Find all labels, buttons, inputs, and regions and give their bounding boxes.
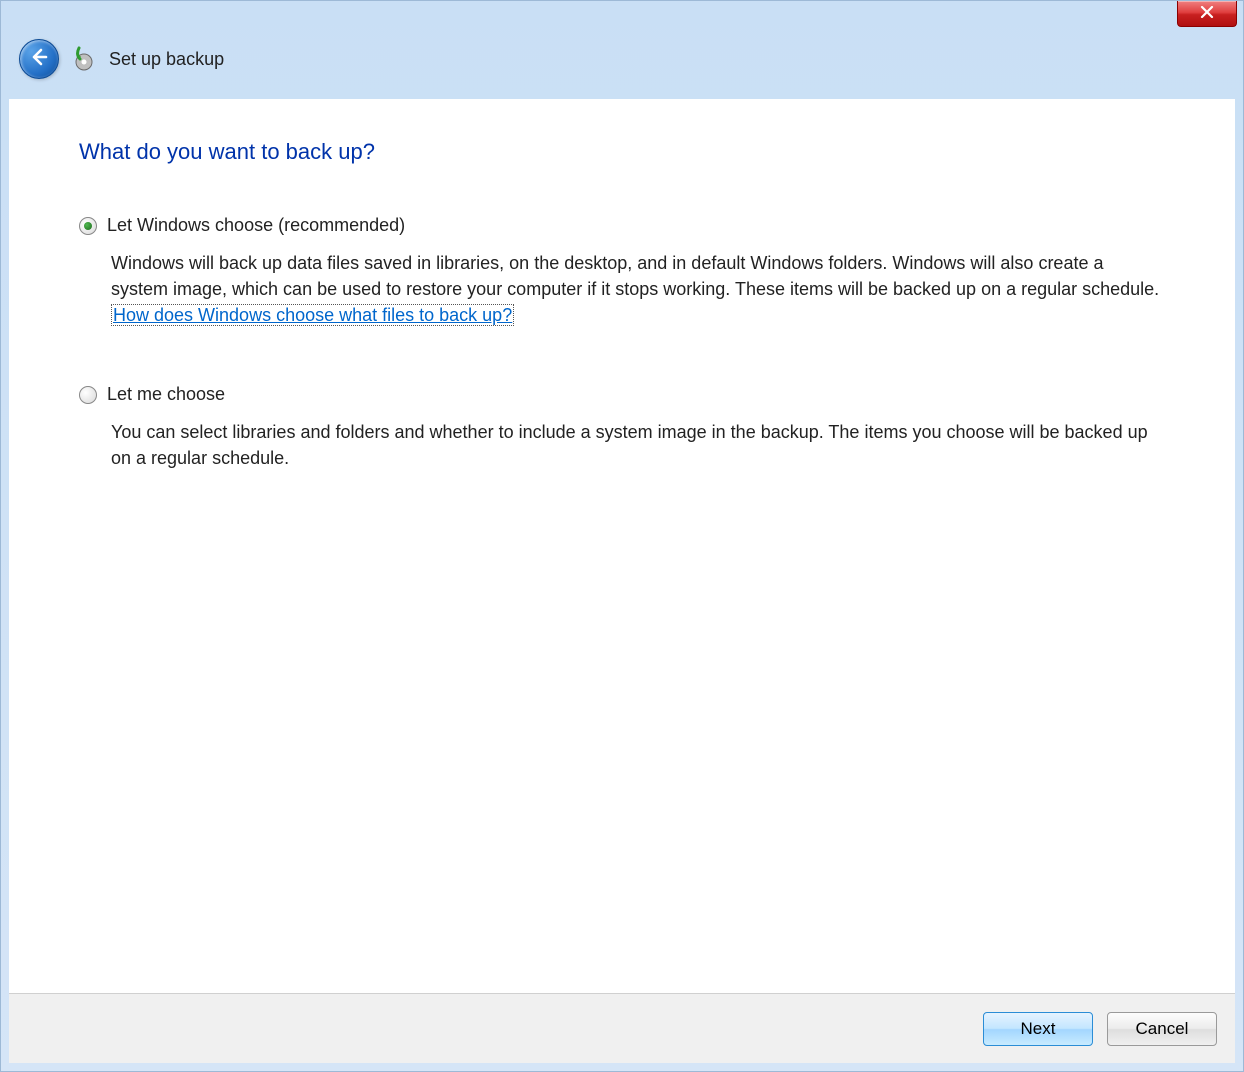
option-label: Let Windows choose (recommended) bbox=[107, 215, 405, 236]
radio-let-windows-choose[interactable] bbox=[79, 217, 97, 235]
wizard-window: Set up backup What do you want to back u… bbox=[0, 0, 1244, 1072]
option-header: Let me choose bbox=[79, 384, 1165, 405]
arrow-left-icon bbox=[29, 47, 49, 71]
radio-dot-icon bbox=[84, 222, 92, 230]
option-description-text: You can select libraries and folders and… bbox=[111, 422, 1148, 468]
page-heading: What do you want to back up? bbox=[79, 139, 1165, 165]
option-let-windows-choose[interactable]: Let Windows choose (recommended) Windows… bbox=[79, 215, 1165, 328]
close-icon bbox=[1200, 5, 1214, 22]
header-nav: Set up backup bbox=[1, 29, 1243, 99]
option-let-me-choose[interactable]: Let me choose You can select libraries a… bbox=[79, 384, 1165, 471]
next-button[interactable]: Next bbox=[983, 1012, 1093, 1046]
content-area: What do you want to back up? Let Windows… bbox=[9, 99, 1235, 993]
footer: Next Cancel bbox=[9, 993, 1235, 1063]
option-description: You can select libraries and folders and… bbox=[111, 419, 1165, 471]
wizard-title: Set up backup bbox=[109, 49, 224, 70]
option-header: Let Windows choose (recommended) bbox=[79, 215, 1165, 236]
cancel-button[interactable]: Cancel bbox=[1107, 1012, 1217, 1046]
titlebar bbox=[1, 1, 1243, 29]
option-description-text: Windows will back up data files saved in… bbox=[111, 253, 1159, 299]
option-label: Let me choose bbox=[107, 384, 225, 405]
back-button[interactable] bbox=[19, 39, 59, 79]
backup-wizard-icon bbox=[71, 46, 97, 72]
close-button[interactable] bbox=[1177, 1, 1237, 27]
help-link[interactable]: How does Windows choose what files to ba… bbox=[111, 304, 514, 326]
radio-let-me-choose[interactable] bbox=[79, 386, 97, 404]
option-description: Windows will back up data files saved in… bbox=[111, 250, 1165, 328]
